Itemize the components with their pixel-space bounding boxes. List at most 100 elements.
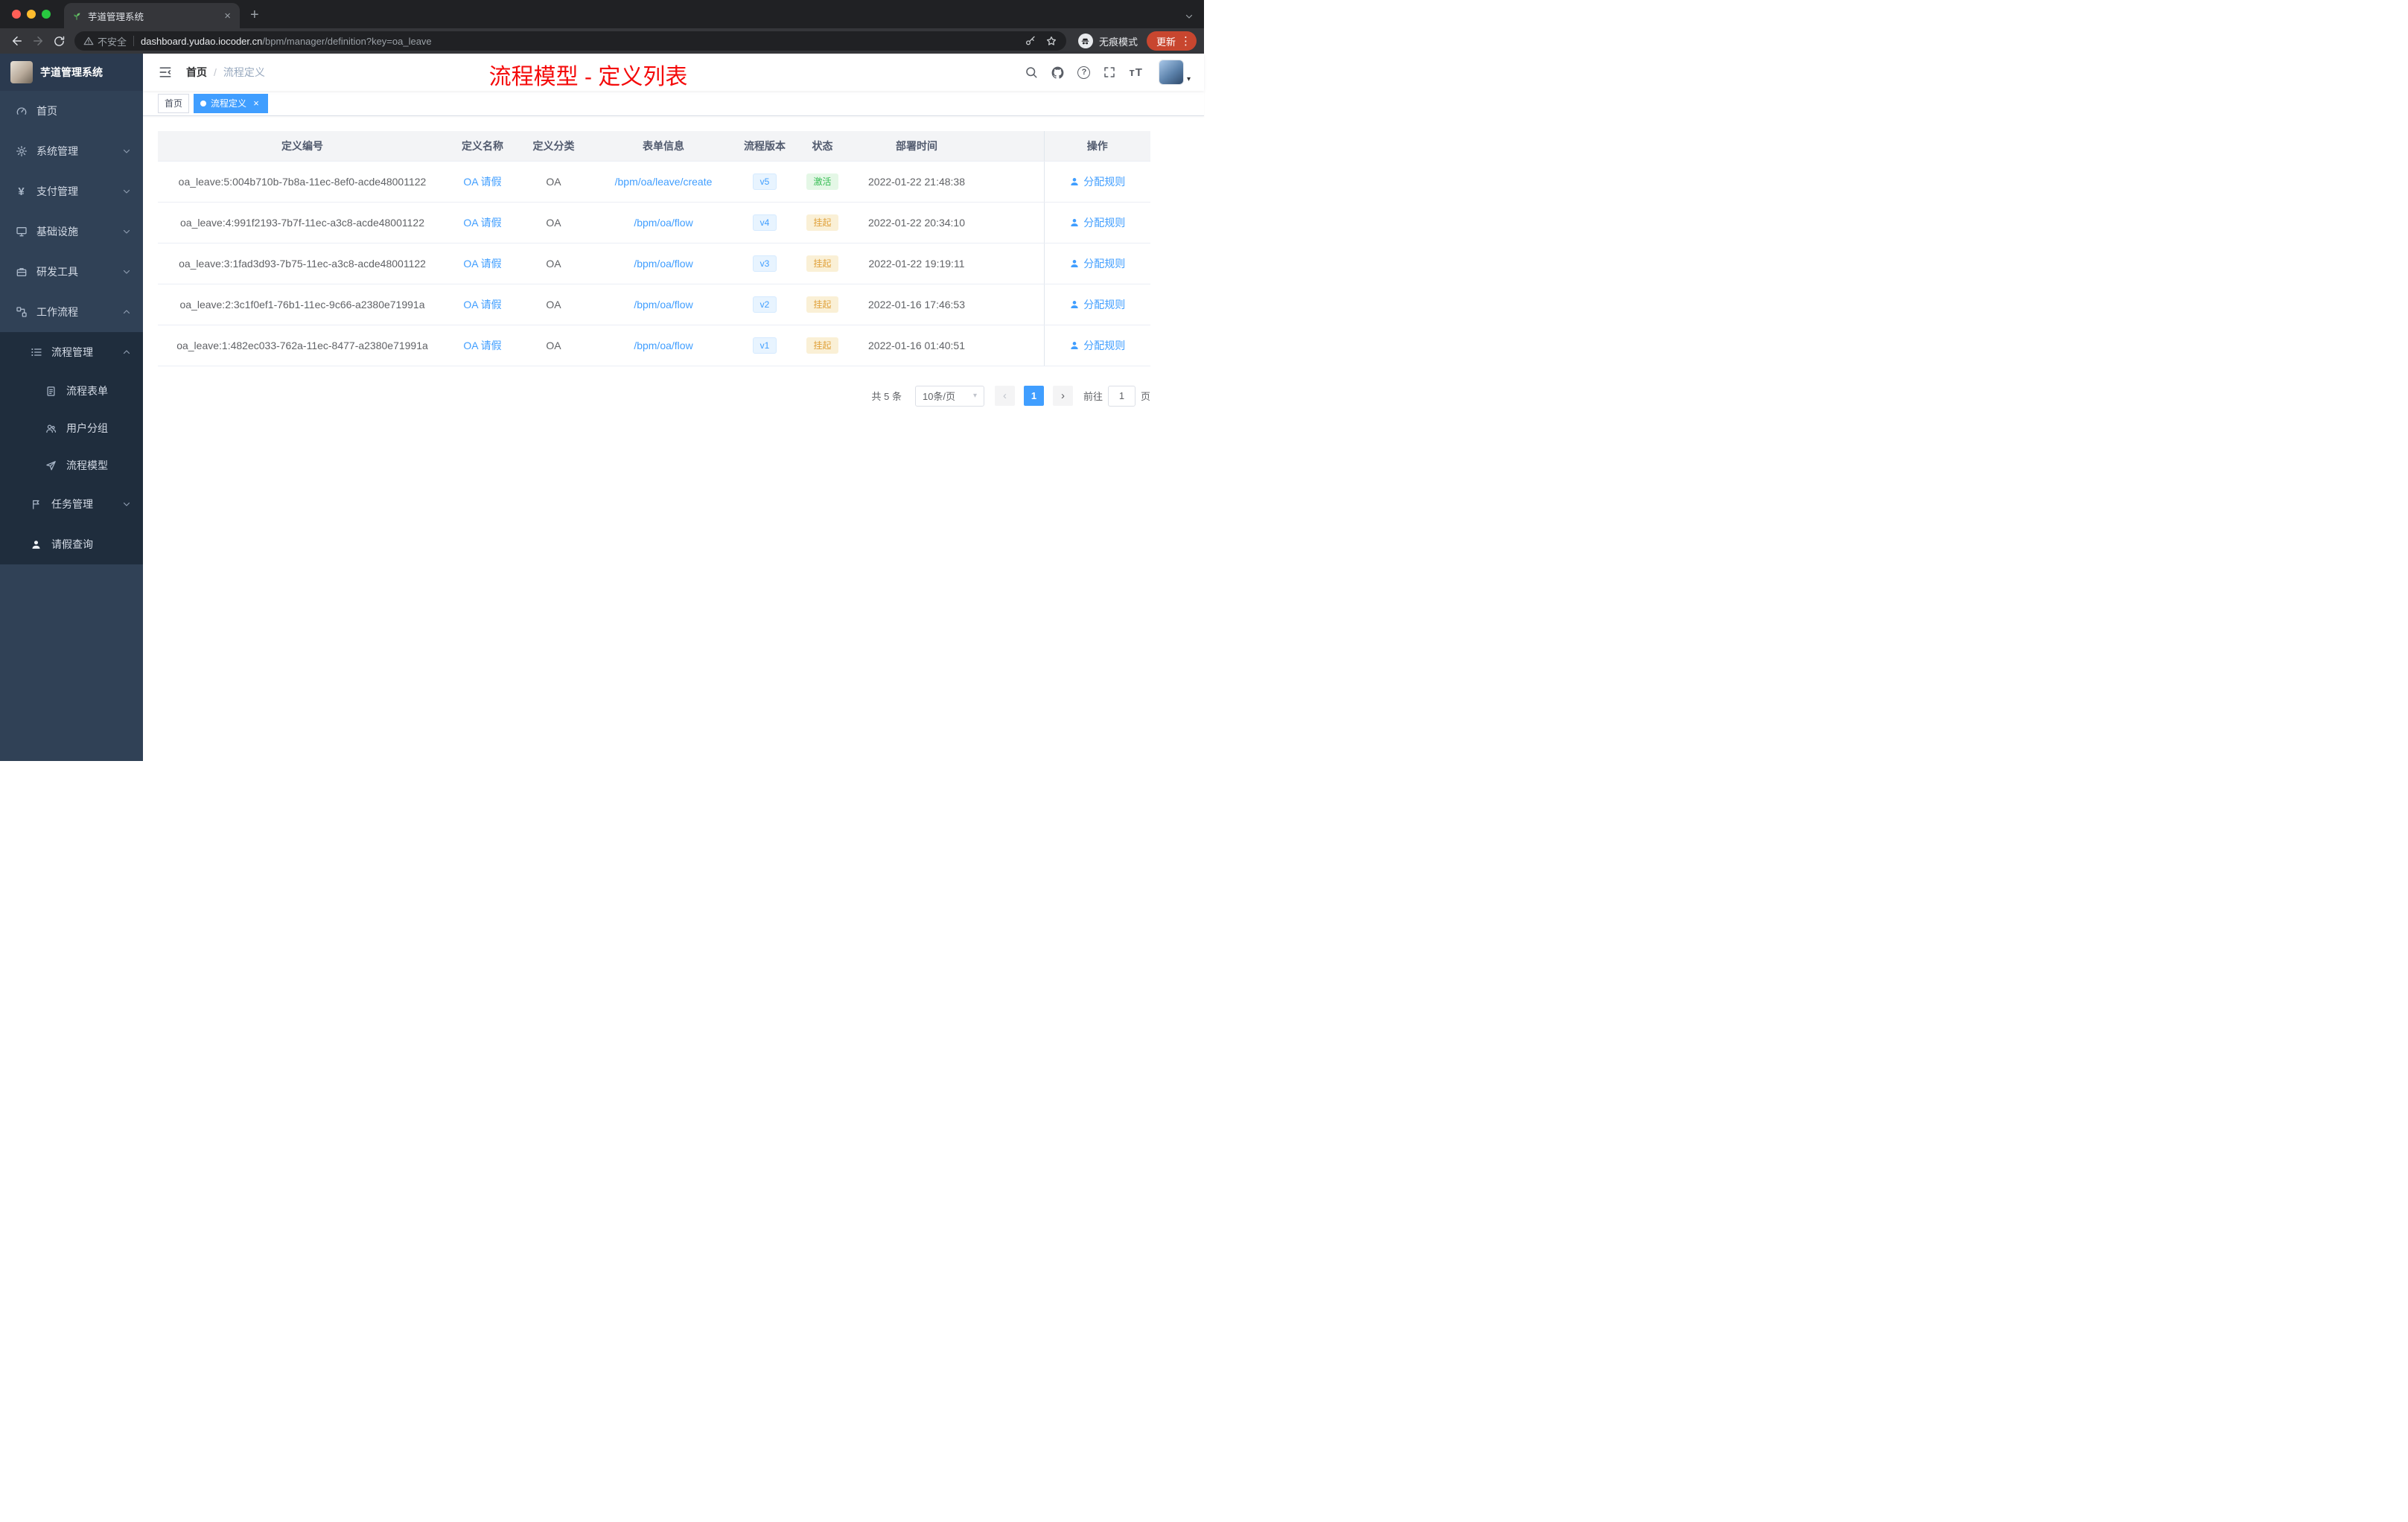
app-logo-row[interactable]: 芋道管理系统 [0, 54, 143, 91]
sidebar-item-workflow[interactable]: 工作流程 [0, 292, 143, 332]
table-row: oa_leave:2:3c1f0ef1-76b1-11ec-9c66-a2380… [158, 284, 1150, 325]
sidebar-item-label: 首页 [36, 105, 57, 117]
forward-button[interactable] [28, 31, 48, 51]
gear-icon [15, 145, 28, 158]
breadcrumb-home-link[interactable]: 首页 [186, 65, 207, 80]
page-size-select[interactable]: 10条/页 ▾ [914, 385, 984, 407]
user-menu[interactable]: ▾ [1158, 60, 1191, 85]
table-row: oa_leave:4:991f2193-7b7f-11ec-a3c8-acde4… [158, 202, 1150, 243]
incognito-label: 无痕模式 [1098, 36, 1138, 48]
status-badge: 挂起 [806, 255, 838, 272]
pagination-total: 共 5 条 [871, 391, 902, 402]
browser-menu-kebab-icon[interactable]: ⋮ [1180, 36, 1191, 47]
assign-rule-button[interactable]: 分配规则 [1069, 297, 1125, 312]
goto-page-input[interactable] [1107, 385, 1135, 407]
sidebar-item-payment[interactable]: ¥ 支付管理 [0, 171, 143, 211]
address-bar[interactable]: 不安全 dashboard.yudao.iocoder.cn/bpm/manag… [74, 31, 1066, 51]
help-icon[interactable]: ? [1077, 66, 1091, 79]
chrome-update-button[interactable]: 更新 ⋮ [1146, 31, 1197, 51]
paper-plane-icon [45, 459, 57, 472]
status-badge: 挂起 [806, 214, 838, 231]
form-link[interactable]: /bpm/oa/leave/create [615, 176, 713, 188]
form-link[interactable]: /bpm/oa/flow [634, 340, 692, 351]
bookmark-star-icon[interactable] [1045, 35, 1057, 47]
fullscreen-icon[interactable] [1103, 66, 1116, 79]
definition-name-link[interactable]: OA 请假 [463, 258, 501, 270]
page-content: 定义编号 定义名称 定义分类 表单信息 流程版本 状态 部署时间 操作 oa_l… [143, 116, 1204, 761]
hamburger-icon[interactable] [152, 62, 179, 83]
tab-close-icon[interactable]: × [223, 10, 232, 22]
window-zoom-button[interactable] [42, 10, 51, 19]
search-icon[interactable] [1025, 66, 1038, 79]
assign-rule-button[interactable]: 分配规则 [1069, 256, 1125, 271]
sidebar-item-infrastructure[interactable]: 基础设施 [0, 211, 143, 252]
window-close-button[interactable] [12, 10, 21, 19]
sidebar-item-label: 用户分组 [66, 422, 108, 434]
tag-close-icon[interactable]: × [251, 98, 261, 109]
goto-label: 前往 [1083, 391, 1103, 402]
window-minimize-button[interactable] [27, 10, 36, 19]
col-filler [980, 131, 1044, 162]
pagination: 共 5 条 10条/页 ▾ ‹ 1 › 前往 页 [158, 385, 1150, 407]
definition-name-link[interactable]: OA 请假 [463, 299, 501, 311]
assign-rule-button[interactable]: 分配规则 [1069, 215, 1125, 230]
next-page-button[interactable]: › [1052, 386, 1073, 406]
assign-rule-button[interactable]: 分配规则 [1069, 338, 1125, 353]
tag-label: 流程定义 [211, 98, 247, 109]
sidebar-item-user-group[interactable]: 用户分组 [0, 410, 143, 447]
tag-home[interactable]: 首页 [158, 93, 190, 113]
form-link[interactable]: /bpm/oa/flow [634, 217, 692, 229]
version-badge: v2 [752, 296, 777, 313]
form-link[interactable]: /bpm/oa/flow [634, 299, 692, 311]
password-key-icon[interactable] [1025, 35, 1036, 47]
table-row: oa_leave:1:482ec033-762a-11ec-8477-a2380… [158, 325, 1150, 366]
definition-name-link[interactable]: OA 请假 [463, 340, 501, 351]
back-button[interactable] [7, 31, 27, 51]
assign-rule-button[interactable]: 分配规则 [1069, 174, 1125, 189]
tab-favicon-icon [71, 10, 82, 21]
incognito-indicator: 无痕模式 [1077, 34, 1138, 48]
sidebar-item-label: 基础设施 [36, 226, 78, 238]
user-icon [1071, 177, 1078, 185]
new-tab-button[interactable]: + [250, 7, 259, 22]
sidebar-item-label: 流程管理 [51, 346, 93, 358]
chevron-down-icon [122, 267, 131, 276]
sidebar-item-label: 流程模型 [66, 459, 108, 471]
browser-tab[interactable]: 芋道管理系统 × [64, 3, 240, 28]
user-icon [1071, 300, 1078, 308]
tab-title: 芋道管理系统 [88, 11, 144, 22]
sidebar-item-task-management[interactable]: 任务管理 [0, 484, 143, 524]
page-annotation-title: 流程模型 - 定义列表 [488, 65, 688, 89]
sidebar-item-leave-query[interactable]: 请假查询 [0, 524, 143, 564]
sidebar-item-home[interactable]: 首页 [0, 91, 143, 131]
avatar[interactable] [1158, 60, 1184, 85]
font-size-icon[interactable]: тT [1129, 66, 1143, 79]
reload-button[interactable] [49, 31, 69, 51]
definition-name-link[interactable]: OA 请假 [463, 217, 501, 229]
breadcrumb-current: 流程定义 [223, 66, 265, 78]
cell-category: OA [518, 202, 589, 243]
monitor-icon [15, 226, 28, 238]
definition-name-link[interactable]: OA 请假 [463, 176, 501, 188]
list-icon [30, 346, 42, 359]
yen-icon: ¥ [18, 185, 25, 198]
sidebar-item-dev-tools[interactable]: 研发工具 [0, 252, 143, 292]
main-area: 首页 / 流程定义 流程模型 - 定义列表 ? тT ▾ 首页 流程定义 × 定… [143, 54, 1204, 761]
col-actions: 操作 [1043, 131, 1150, 162]
sidebar-item-process-management[interactable]: 流程管理 [0, 332, 143, 372]
version-badge: v1 [752, 337, 777, 354]
tab-search-chevron-icon[interactable] [1185, 12, 1194, 21]
sidebar-item-process-model[interactable]: 流程模型 [0, 447, 143, 484]
tag-process-definition[interactable]: 流程定义 × [194, 93, 269, 113]
user-icon [1071, 341, 1078, 349]
navbar-actions: ? тT ▾ [1025, 60, 1191, 85]
cell-deploy-time: 2022-01-22 19:19:11 [853, 243, 980, 284]
github-icon[interactable] [1051, 66, 1065, 80]
prev-page-button[interactable]: ‹ [994, 386, 1015, 406]
form-link[interactable]: /bpm/oa/flow [634, 258, 692, 270]
page-number-button[interactable]: 1 [1023, 386, 1044, 406]
security-indicator[interactable]: 不安全 [83, 34, 127, 48]
cell-definition-id: oa_leave:3:1fad3d93-7b75-11ec-a3c8-acde4… [158, 243, 447, 284]
sidebar-item-system[interactable]: 系统管理 [0, 131, 143, 171]
sidebar-item-process-form[interactable]: 流程表单 [0, 372, 143, 410]
